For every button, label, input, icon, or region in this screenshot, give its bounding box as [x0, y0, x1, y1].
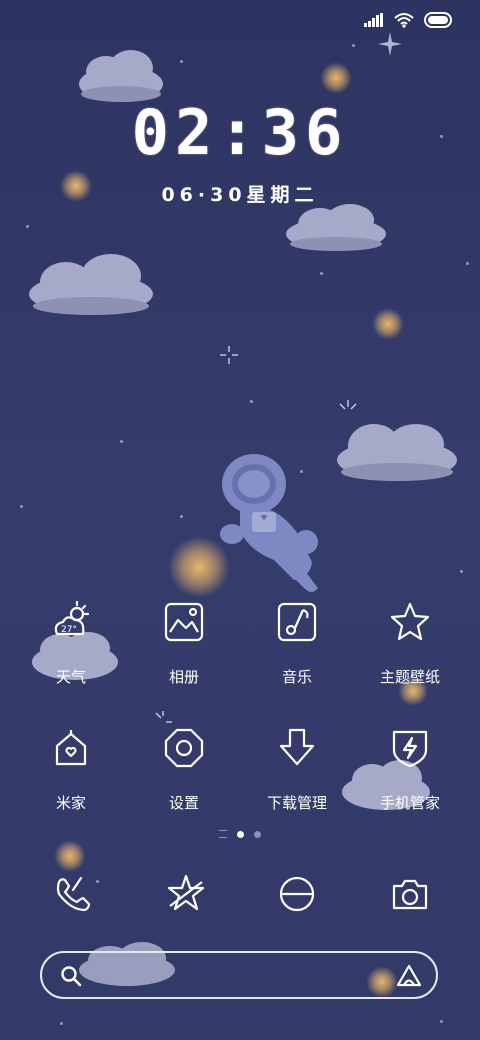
page-dot[interactable]	[254, 830, 261, 838]
shield-icon	[392, 730, 428, 768]
weather-temp: 27°	[61, 625, 77, 635]
star-dot	[460, 570, 463, 573]
app-themes[interactable]: 主题壁纸	[355, 598, 465, 687]
astronaut-illustration	[220, 454, 318, 592]
dock-messages[interactable]	[242, 872, 352, 920]
app-label: 手机管家	[379, 794, 440, 812]
glow-star	[54, 840, 86, 872]
wifi-icon	[394, 13, 414, 28]
star-dot	[180, 60, 183, 63]
phone-icon	[56, 876, 91, 912]
battery-icon	[424, 12, 452, 28]
app-downloads[interactable]: 下载管理	[242, 724, 352, 813]
app-gallery[interactable]: 相册	[129, 598, 239, 687]
sparkle-icon	[220, 346, 238, 364]
home-icon	[55, 730, 87, 766]
app-label: 主题壁纸	[379, 668, 440, 686]
camera-icon	[392, 879, 428, 910]
dock-camera[interactable]	[355, 872, 465, 920]
app-weather[interactable]: 27° 天气	[16, 598, 126, 687]
browser-icon	[167, 874, 205, 911]
star-dot	[466, 262, 469, 265]
dock-phone[interactable]	[18, 872, 128, 920]
app-label: 相册	[168, 668, 199, 686]
star-dot	[320, 272, 323, 275]
app-label: 下载管理	[266, 794, 327, 812]
sparkle-icon	[339, 400, 357, 410]
star-dot	[120, 440, 123, 443]
star-dot	[26, 225, 29, 228]
weather-icon: 27°	[54, 600, 90, 636]
app-music[interactable]: 音乐	[242, 598, 352, 687]
assistant-icon[interactable]	[396, 964, 422, 988]
status-bar	[364, 12, 454, 28]
app-label: 天气	[55, 668, 86, 686]
page-dot-list[interactable]	[219, 830, 227, 838]
cloud	[337, 424, 457, 481]
star-dot	[20, 505, 23, 508]
search-icon[interactable]	[60, 965, 82, 987]
app-settings[interactable]: 设置	[129, 724, 239, 813]
page-dot-active[interactable]	[237, 830, 244, 838]
app-label: 设置	[168, 794, 199, 812]
star-dot	[250, 400, 253, 403]
glow-star	[320, 62, 352, 94]
clock-time[interactable]: 02:36	[0, 96, 480, 169]
star-dot	[180, 515, 183, 518]
star-dot	[440, 1020, 443, 1023]
app-label: 音乐	[281, 668, 312, 686]
star-dot	[60, 1022, 63, 1025]
music-icon	[277, 602, 317, 642]
star-icon	[390, 602, 430, 641]
download-icon	[279, 728, 315, 766]
app-mijia[interactable]: 米家	[16, 724, 126, 813]
sparkle-icon	[378, 32, 402, 56]
cloud	[29, 254, 153, 315]
app-security[interactable]: 手机管家	[355, 724, 465, 813]
search-bar[interactable]	[40, 951, 438, 999]
settings-icon	[164, 728, 204, 768]
cloud	[286, 204, 386, 251]
dock-browser[interactable]	[131, 872, 241, 920]
star-dot	[352, 44, 355, 47]
clock-date[interactable]: 06·30星期二	[0, 180, 480, 207]
glow-star	[372, 308, 404, 340]
gallery-icon	[164, 602, 204, 642]
signal-icon	[364, 13, 383, 27]
page-indicator[interactable]	[0, 830, 480, 838]
app-label: 米家	[55, 794, 86, 812]
messages-icon	[279, 876, 315, 912]
